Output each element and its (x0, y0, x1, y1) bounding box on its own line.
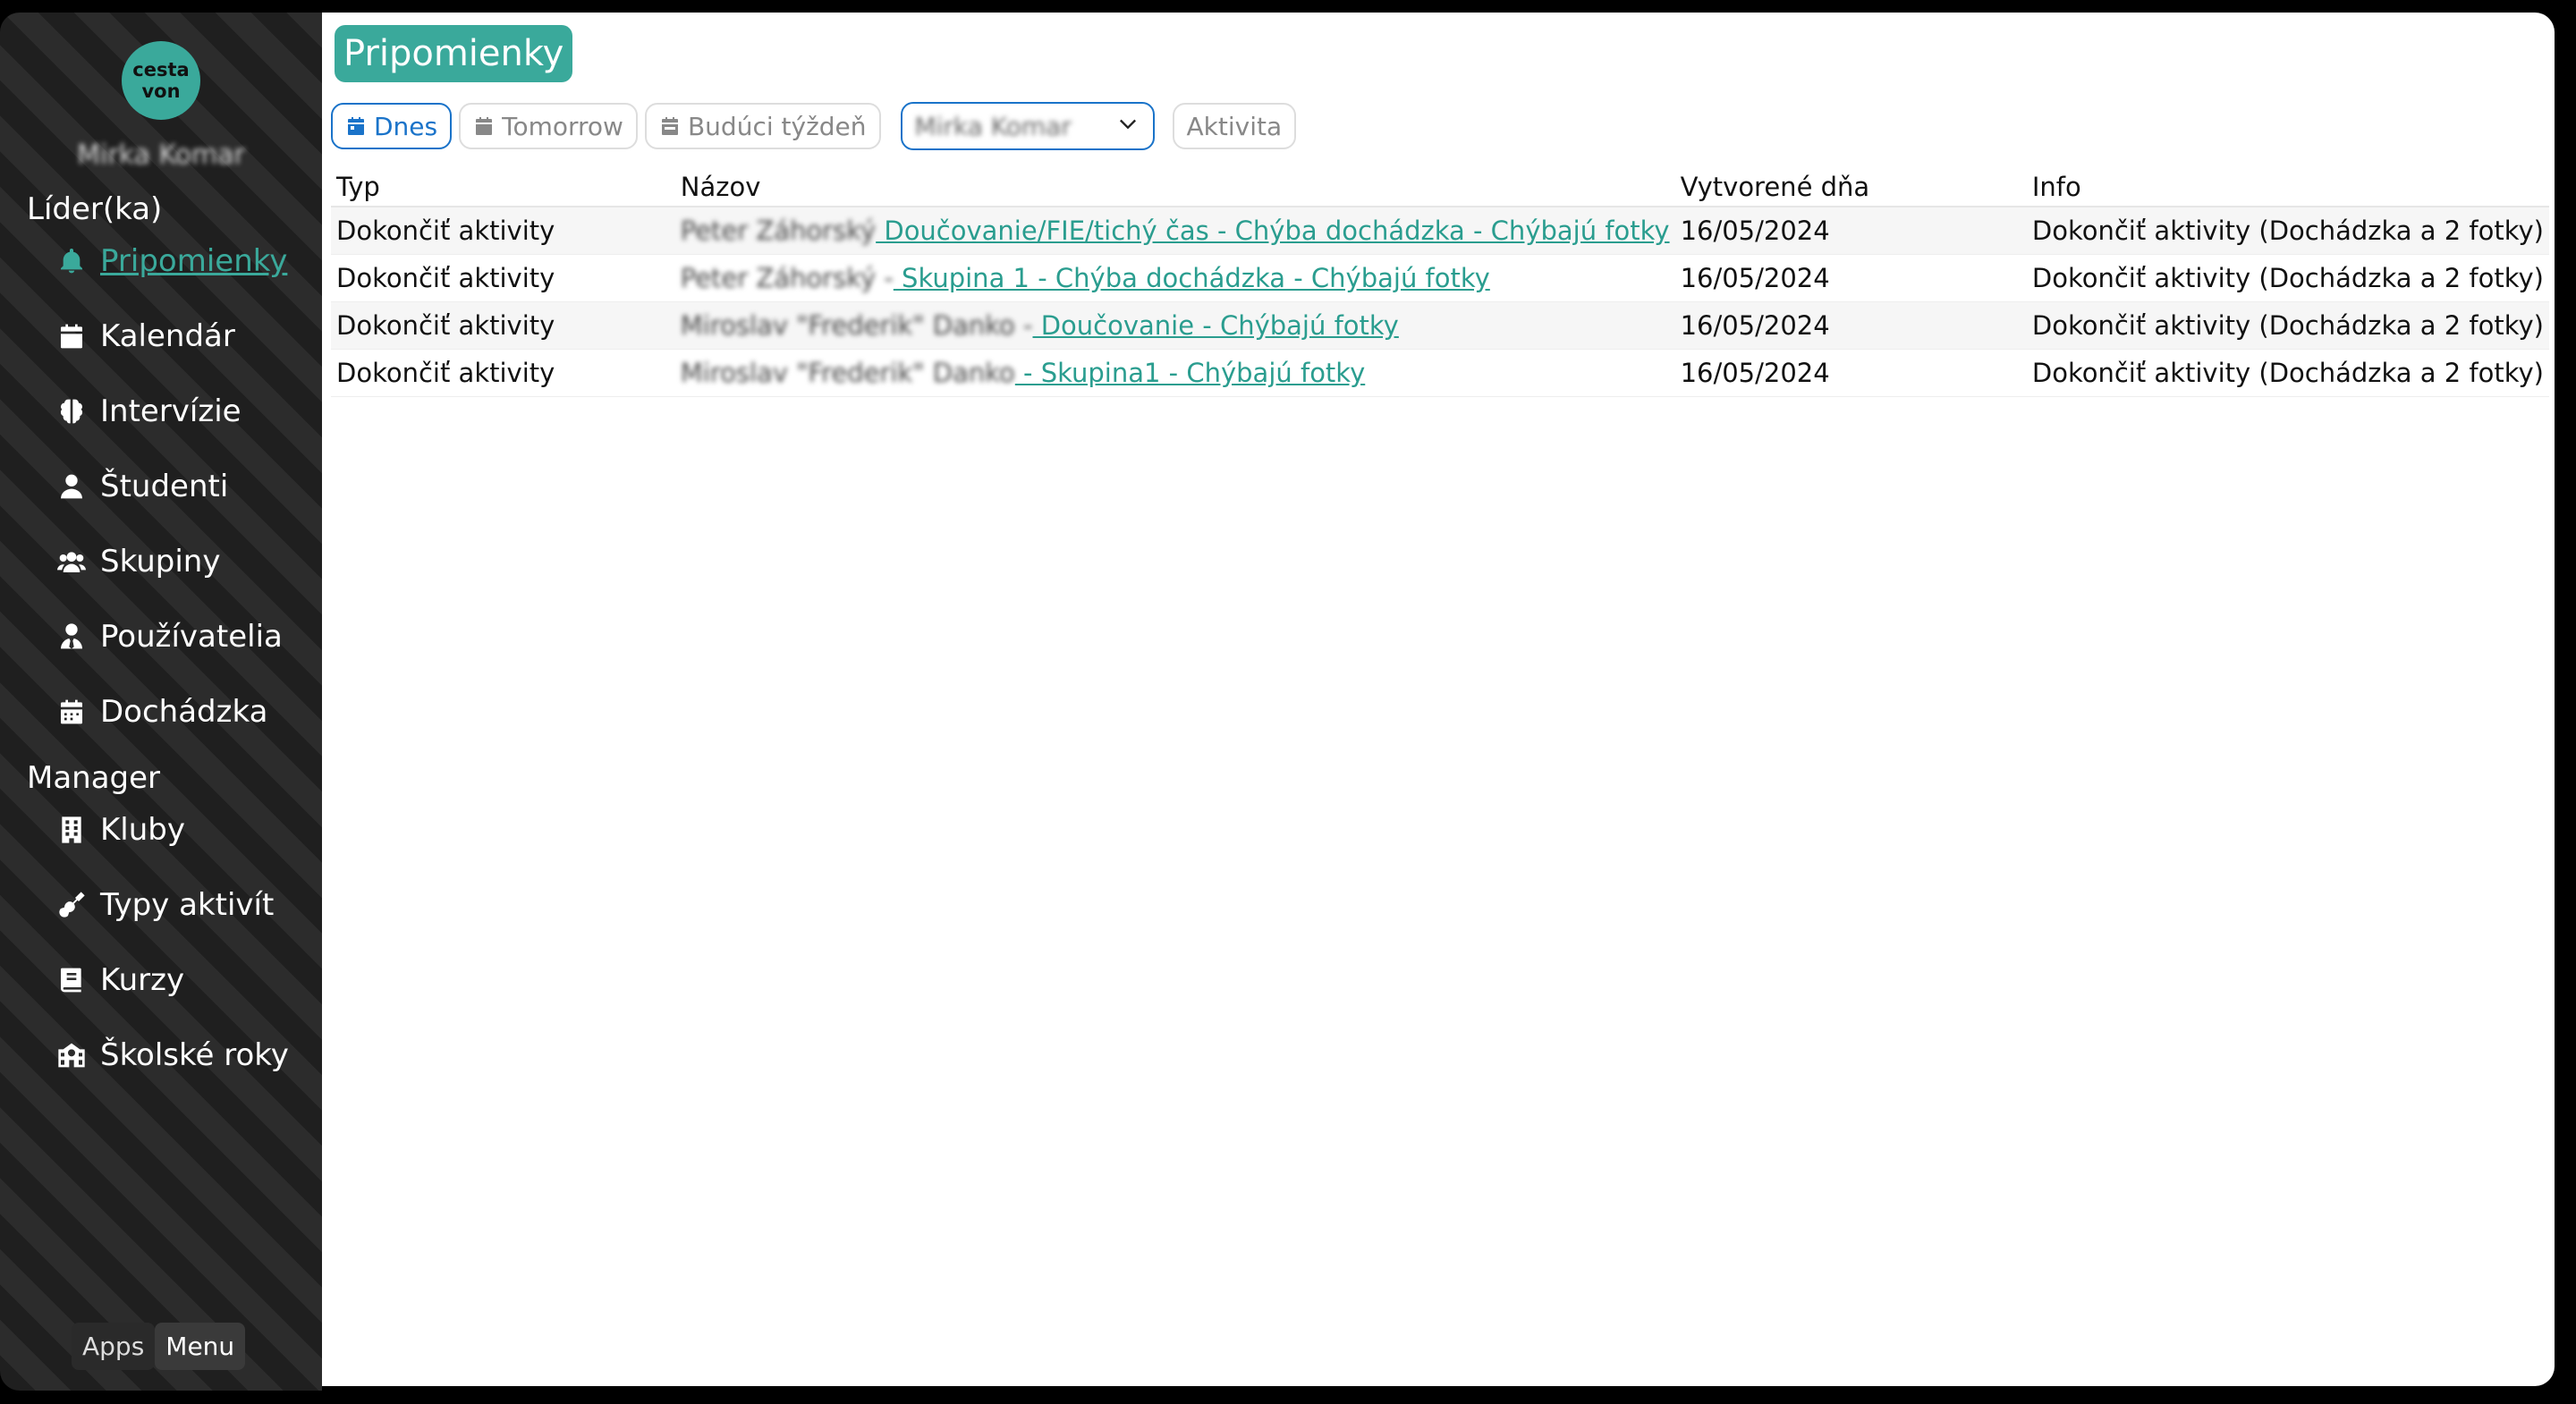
cell-info: Dokončiť aktivity (Dochádzka a 2 fotky) (2026, 349, 2549, 397)
column-header-typ[interactable]: Typ (331, 168, 675, 207)
reminder-link[interactable]: Skupina 1 - Chýba dochádzka - Chýbajú fo… (894, 263, 1490, 293)
cell-date: 16/05/2024 (1674, 254, 2027, 302)
users-icon (55, 546, 88, 578)
column-header-nazov[interactable]: Názov (674, 168, 1675, 207)
table-row: Dokončiť aktivity Miroslav "Frederik" Da… (331, 301, 2549, 350)
main-panel: Pripomienky Dnes Tomorrow Budúci týždeň … (322, 13, 2555, 1386)
filter-toolbar: Dnes Tomorrow Budúci týždeň Mirka Komar … (331, 102, 1303, 150)
sidebar-item-label: Intervízie (100, 393, 242, 429)
cell-info: Dokončiť aktivity (Dochádzka a 2 fotky) (2026, 207, 2549, 255)
tomorrow-filter-label: Tomorrow (502, 111, 623, 141)
student-name: Peter Záhorský - (680, 263, 894, 293)
student-name: Miroslav "Frederik" Danko - (680, 310, 1033, 341)
section-title-lider: Líder(ka) (27, 191, 163, 227)
sidebar-item-pripomienky[interactable]: Pripomienky (55, 243, 287, 279)
sidebar-item-label: Skupiny (100, 544, 221, 579)
sidebar-item-label: Kalendár (100, 318, 235, 354)
reminder-link[interactable]: Doučovanie - Chýbajú fotky (1032, 310, 1399, 341)
sidebar-item-studenti[interactable]: Študenti (55, 469, 228, 504)
logo-line-1: cesta (132, 59, 190, 80)
sidebar-item-label: Pripomienky (100, 243, 288, 279)
app-frame: cesta von Mirka Komar Líder(ka) Pripomie… (0, 0, 2576, 1404)
cell-nazov: Peter Záhorský - Skupina 1 - Chýba dochá… (674, 254, 1675, 302)
chevron-down-icon (1115, 111, 1140, 142)
logo[interactable]: cesta von (122, 41, 200, 120)
sidebar-item-label: Dochádzka (100, 694, 268, 730)
reminder-link[interactable]: - Skupina1 - Chýbajú fotky (1015, 358, 1365, 388)
section-title-manager: Manager (27, 760, 161, 796)
calendar-icon (473, 115, 495, 137)
sidebar-item-kurzy[interactable]: Kurzy (55, 962, 184, 998)
today-filter-label: Dnes (374, 111, 438, 141)
tomorrow-filter-button[interactable]: Tomorrow (459, 103, 638, 149)
table-row: Dokončiť aktivity Peter Záhorský - Skupi… (331, 254, 2549, 302)
column-header-vytvorene[interactable]: Vytvorené dňa (1674, 168, 2027, 207)
cell-date: 16/05/2024 (1674, 301, 2027, 350)
cell-date: 16/05/2024 (1674, 207, 2027, 255)
sidebar-item-label: Školské roky (100, 1037, 289, 1073)
logo-line-2: von (141, 80, 181, 102)
calendar-days-icon (55, 696, 88, 728)
cell-nazov: Miroslav "Frederik" Danko - Doučovanie -… (674, 301, 1675, 350)
sidebar-item-kluby[interactable]: Kluby (55, 812, 185, 848)
reminder-link[interactable]: Doučovanie/FIE/tichý čas - Chýba dochádz… (876, 216, 1669, 246)
activity-filter-label: Aktivita (1186, 111, 1283, 141)
sidebar-item-label: Kluby (100, 812, 185, 848)
table-header-row: Typ Názov Vytvorené dňa Info (331, 168, 2549, 207)
activity-filter-button[interactable]: Aktivita (1172, 103, 1297, 149)
guitar-icon (55, 889, 88, 921)
cell-typ: Dokončiť aktivity (331, 254, 675, 302)
tab-apps[interactable]: Apps (72, 1323, 156, 1370)
student-name: Peter Záhorský (680, 216, 877, 246)
calendar-week-icon (659, 115, 681, 137)
column-header-info[interactable]: Info (2026, 168, 2549, 207)
user-select[interactable]: Mirka Komar (900, 102, 1155, 150)
cell-typ: Dokončiť aktivity (331, 207, 675, 255)
user-select-value: Mirka Komar (914, 111, 1072, 141)
bottom-tabs: Apps Menu (72, 1323, 246, 1370)
sidebar-item-label: Typy aktivít (100, 887, 275, 923)
sidebar-item-label: Študenti (100, 469, 229, 504)
sidebar-item-typy-aktivit[interactable]: Typy aktivít (55, 887, 274, 923)
user-icon (55, 470, 88, 503)
book-icon (55, 964, 88, 996)
sidebar-item-kalendar[interactable]: Kalendár (55, 318, 235, 354)
brain-icon (55, 395, 88, 427)
cell-info: Dokončiť aktivity (Dochádzka a 2 fotky) (2026, 301, 2549, 350)
page-title: Pripomienky (335, 25, 573, 82)
sidebar-item-dochadzka[interactable]: Dochádzka (55, 694, 267, 730)
cell-nazov: Peter Záhorský Doučovanie/FIE/tichý čas … (674, 207, 1675, 255)
cell-typ: Dokončiť aktivity (331, 301, 675, 350)
reminders-table: Typ Názov Vytvorené dňa Info Dokončiť ak… (331, 168, 2549, 397)
sidebar-item-intervizie[interactable]: Intervízie (55, 393, 242, 429)
table-row: Dokončiť aktivity Miroslav "Frederik" Da… (331, 349, 2549, 397)
sidebar-item-pouzivatelia[interactable]: Používatelia (55, 619, 283, 655)
cell-typ: Dokončiť aktivity (331, 349, 675, 397)
cell-info: Dokončiť aktivity (Dochádzka a 2 fotky) (2026, 254, 2549, 302)
today-filter-button[interactable]: Dnes (331, 103, 453, 149)
calendar-icon (345, 115, 367, 137)
sidebar-item-skupiny[interactable]: Skupiny (55, 544, 220, 579)
sidebar-item-label: Používatelia (100, 619, 283, 655)
tab-menu[interactable]: Menu (155, 1323, 246, 1370)
bell-icon (55, 245, 88, 277)
user-tie-icon (55, 621, 88, 653)
cell-date: 16/05/2024 (1674, 349, 2027, 397)
next-week-filter-label: Budúci týždeň (687, 111, 867, 141)
sidebar-item-skolske-roky[interactable]: Školské roky (55, 1037, 289, 1073)
next-week-filter-button[interactable]: Budúci týždeň (644, 103, 881, 149)
user-name: Mirka Komar (77, 140, 245, 171)
building-icon (55, 814, 88, 846)
calendar-icon (55, 320, 88, 352)
school-icon (55, 1039, 88, 1071)
student-name: Miroslav "Frederik" Danko (680, 358, 1015, 388)
cell-nazov: Miroslav "Frederik" Danko - Skupina1 - C… (674, 349, 1675, 397)
table-row: Dokončiť aktivity Peter Záhorský Doučova… (331, 207, 2549, 255)
sidebar: cesta von Mirka Komar Líder(ka) Pripomie… (0, 13, 322, 1391)
sidebar-item-label: Kurzy (100, 962, 185, 998)
